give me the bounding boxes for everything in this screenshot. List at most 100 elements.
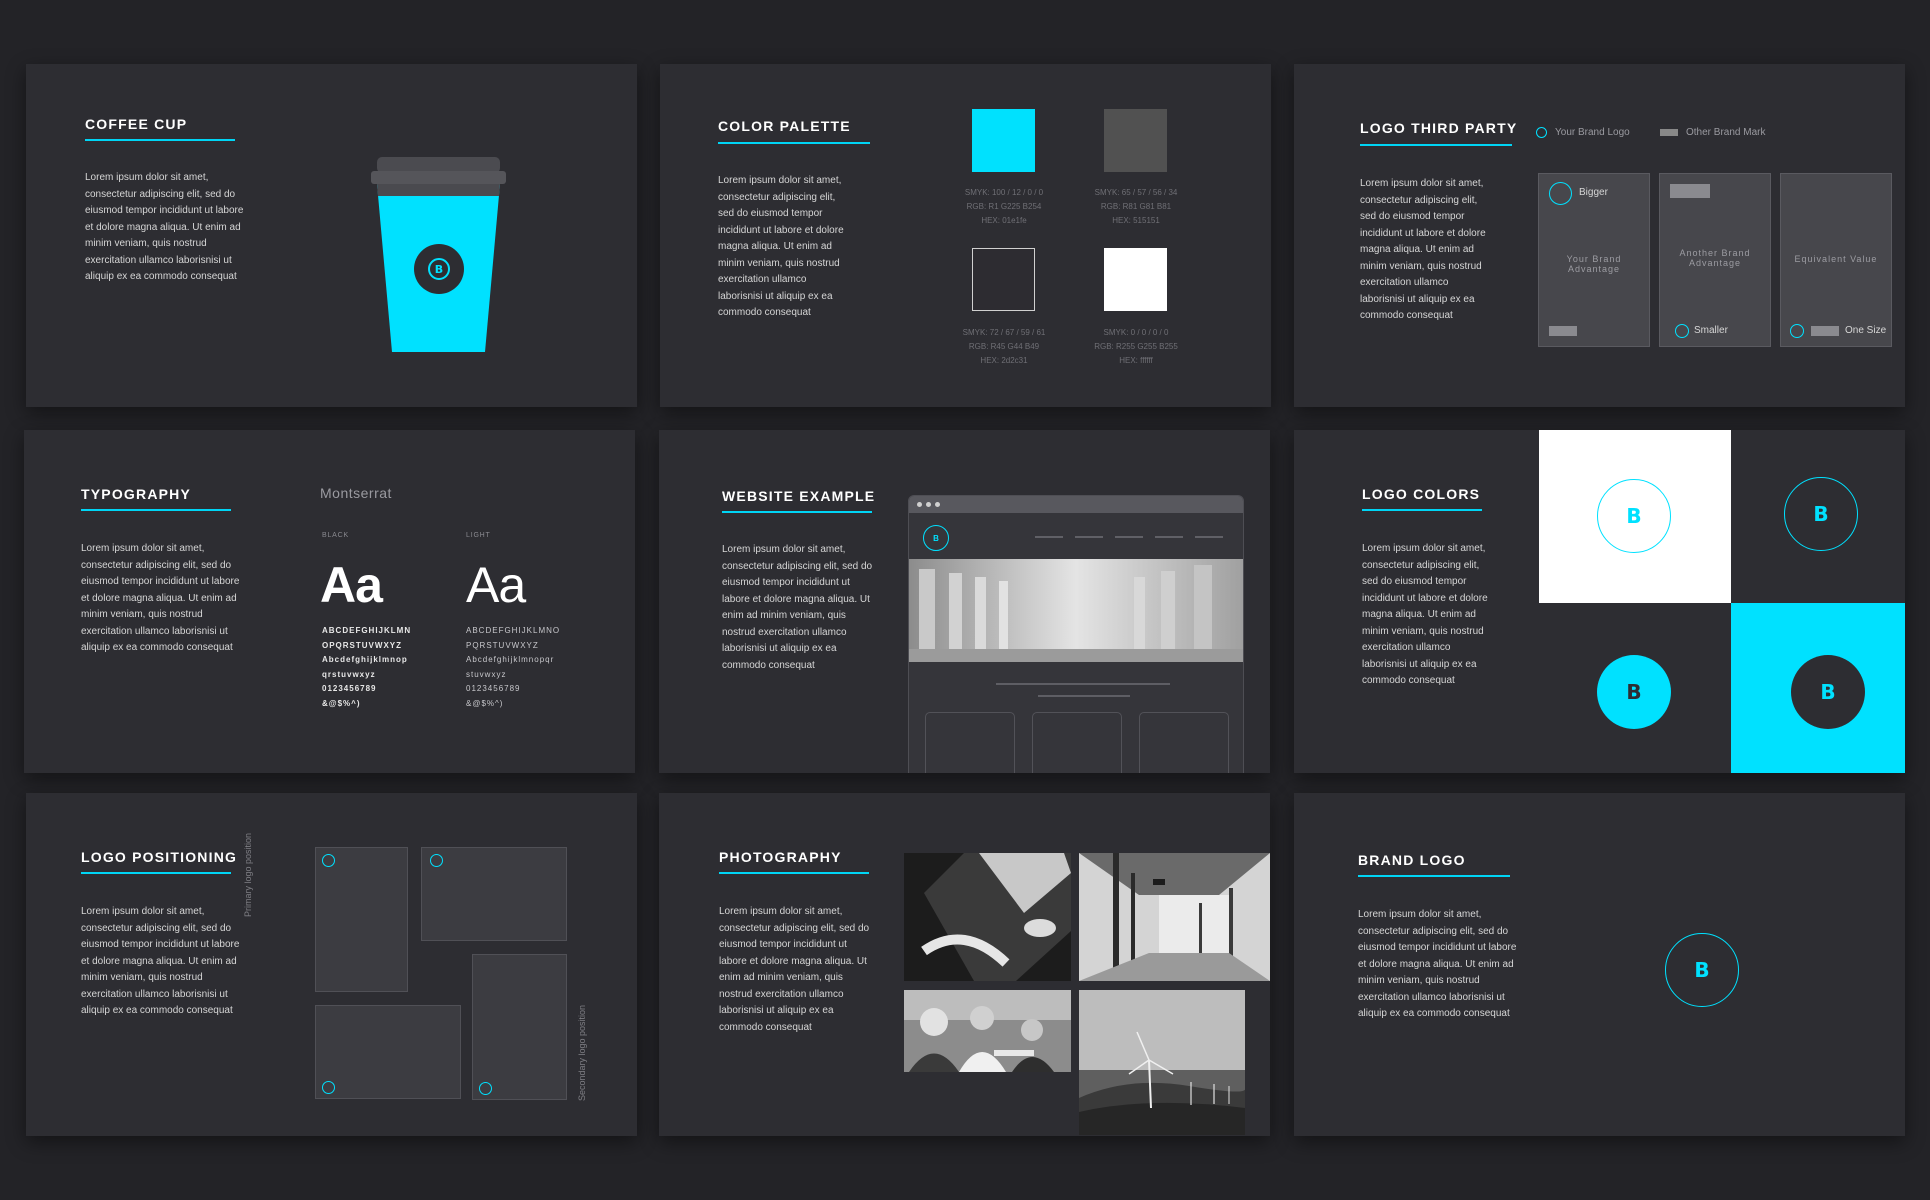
logo-position-marker-icon: [479, 1082, 492, 1095]
logo-on-dark-icon: B: [1784, 477, 1858, 551]
title-underline: [719, 872, 869, 874]
logo-cyan-fill-icon: B: [1597, 655, 1671, 729]
circle-icon: [1536, 127, 1547, 138]
title-underline: [722, 511, 872, 513]
comparison-card: Bigger Your Brand Advantage: [1538, 173, 1650, 347]
logo-position-marker-icon: [322, 1081, 335, 1094]
legend-brand-logo: Your Brand Logo: [1536, 127, 1630, 138]
title-underline: [1358, 875, 1510, 877]
slide-title: WEBSITE EXAMPLE: [722, 488, 876, 504]
rectangle-icon: [1670, 184, 1710, 198]
nav-placeholder: [1035, 536, 1063, 538]
photo-office-corridor: [1079, 853, 1270, 981]
circle-icon: [1675, 324, 1689, 338]
slide-website-example[interactable]: WEBSITE EXAMPLE Lorem ipsum dolor sit am…: [659, 430, 1270, 773]
photo-team-meeting: [904, 990, 1071, 1072]
font-name: Montserrat: [320, 485, 392, 501]
layout-frame: [315, 1005, 461, 1099]
photo-desk: [904, 853, 1071, 981]
slide-logo-colors[interactable]: LOGO COLORS Lorem ipsum dolor sit amet, …: [1294, 430, 1905, 773]
slide-title: LOGO THIRD PARTY: [1360, 120, 1518, 136]
brand-logo-icon: B: [414, 244, 464, 294]
browser-mockup: B: [908, 495, 1244, 773]
glyph-set-light: ABCDEFGHIJKLMNO PQRSTUVWXYZ Abcdefghijkl…: [466, 626, 561, 708]
title-underline: [718, 142, 870, 144]
nav-placeholder: [1075, 536, 1103, 538]
circle-icon: [1549, 182, 1572, 205]
body-text: Lorem ipsum dolor sit amet, consectetur …: [1362, 543, 1488, 686]
slide-coffee-cup[interactable]: COFFEE CUP Lorem ipsum dolor sit amet, c…: [26, 64, 637, 407]
body-text: Lorem ipsum dolor sit amet, consectetur …: [1360, 178, 1486, 321]
slide-color-palette[interactable]: COLOR PALETTE Lorem ipsum dolor sit amet…: [660, 64, 1271, 407]
nav-placeholder: [1195, 536, 1223, 538]
comparison-card: Equivalent Value One Size: [1780, 173, 1892, 347]
body-text: Lorem ipsum dolor sit amet, consectetur …: [718, 175, 844, 318]
body-text: Lorem ipsum dolor sit amet, consectetur …: [719, 906, 870, 1033]
nav-placeholder: [1155, 536, 1183, 538]
slide-title: PHOTOGRAPHY: [719, 849, 842, 865]
logo-on-white-icon: B: [1597, 479, 1671, 553]
layout-frame: [315, 847, 408, 992]
swatch-cyan: [972, 109, 1035, 172]
slide-photography[interactable]: PHOTOGRAPHY Lorem ipsum dolor sit amet, …: [659, 793, 1270, 1136]
swatch-dark: [972, 248, 1035, 311]
content-placeholder: [1038, 695, 1130, 697]
content-placeholder: [996, 683, 1170, 685]
rectangle-icon: [1660, 129, 1678, 136]
slide-logo-positioning[interactable]: LOGO POSITIONING Lorem ipsum dolor sit a…: [26, 793, 637, 1136]
slide-title: LOGO COLORS: [1362, 486, 1481, 502]
body-text: Lorem ipsum dolor sit amet, consectetur …: [85, 172, 244, 282]
layout-frame: [421, 847, 567, 941]
swatch-dark-info: SMYK: 72 / 67 / 59 / 61 RGB: R45 G44 B49…: [962, 328, 1046, 365]
swatch-gray-info: SMYK: 65 / 57 / 56 / 34 RGB: R81 G81 B81…: [1094, 188, 1178, 225]
circle-icon: [1790, 324, 1804, 338]
card-placeholder: [1032, 712, 1122, 773]
body-text: Lorem ipsum dolor sit amet, consectetur …: [81, 543, 240, 653]
swatch-white-info: SMYK: 0 / 0 / 0 / 0 RGB: R255 G255 B255 …: [1094, 328, 1178, 365]
hero-image-columns: [909, 559, 1243, 662]
slide-title: LOGO POSITIONING: [81, 849, 238, 865]
slide-title: COLOR PALETTE: [718, 118, 851, 134]
brand-letter: B: [428, 258, 450, 280]
title-underline: [1360, 144, 1512, 146]
title-underline: [81, 872, 231, 874]
title-underline: [85, 139, 235, 141]
logo-position-marker-icon: [430, 854, 443, 867]
slide-brand-logo[interactable]: BRAND LOGO Lorem ipsum dolor sit amet, c…: [1294, 793, 1905, 1136]
weight-label-black: BLACK: [322, 532, 349, 539]
slide-title: BRAND LOGO: [1358, 852, 1466, 868]
swatch-gray: [1104, 109, 1167, 172]
rectangle-icon: [1549, 326, 1577, 336]
rectangle-icon: [1811, 326, 1839, 336]
layout-frame: [472, 954, 567, 1100]
sample-black: Aa: [320, 557, 383, 613]
slide-logo-third-party[interactable]: LOGO THIRD PARTY Lorem ipsum dolor sit a…: [1294, 64, 1905, 407]
secondary-position-label: Secondary logo position: [577, 1004, 587, 1101]
swatch-white: [1104, 248, 1167, 311]
sample-light: Aa: [466, 557, 526, 613]
slide-typography[interactable]: TYPOGRAPHY Lorem ipsum dolor sit amet, c…: [24, 430, 635, 773]
slide-title: TYPOGRAPHY: [81, 486, 192, 502]
glyph-set-black: ABCDEFGHIJKLMN OPQRSTUVWXYZ Abcdefghijkl…: [322, 626, 412, 708]
title-underline: [81, 509, 231, 511]
window-dot: [935, 502, 940, 507]
legend-other-brand: Other Brand Mark: [1660, 127, 1765, 138]
logo-position-marker-icon: [322, 854, 335, 867]
brand-logo-icon: B: [1665, 933, 1739, 1007]
window-dot: [926, 502, 931, 507]
slide-title: COFFEE CUP: [85, 116, 188, 132]
site-logo-icon: B: [923, 525, 949, 551]
swatch-cyan-info: SMYK: 100 / 12 / 0 / 0 RGB: R1 G225 B254…: [964, 188, 1044, 225]
body-text: Lorem ipsum dolor sit amet, consectetur …: [81, 906, 240, 1016]
browser-toolbar: [909, 496, 1243, 513]
weight-label-light: LIGHT: [466, 532, 491, 539]
window-dot: [917, 502, 922, 507]
primary-position-label: Primary logo position: [243, 832, 253, 917]
card-placeholder: [925, 712, 1015, 773]
card-placeholder: [1139, 712, 1229, 773]
body-text: Lorem ipsum dolor sit amet, consectetur …: [1358, 909, 1517, 1019]
body-text: Lorem ipsum dolor sit amet, consectetur …: [722, 544, 873, 671]
logo-dark-fill-icon: B: [1791, 655, 1865, 729]
nav-placeholder: [1115, 536, 1143, 538]
title-underline: [1362, 509, 1482, 511]
